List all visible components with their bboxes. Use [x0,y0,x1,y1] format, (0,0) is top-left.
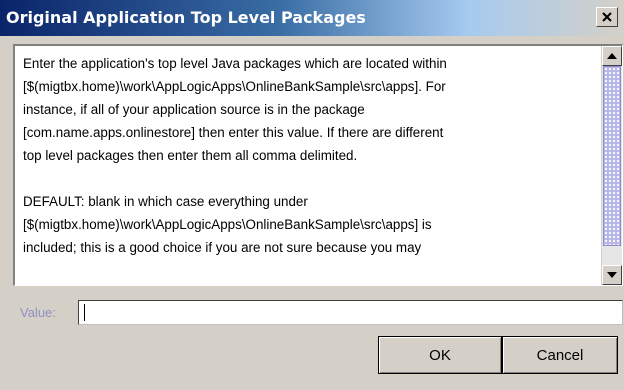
close-icon [602,12,612,22]
scroll-up-button[interactable] [602,46,622,66]
vertical-scrollbar[interactable] [601,46,622,285]
description-line: [com.name.apps.onlinestore] then enter t… [23,125,444,140]
arrow-down-icon [607,272,617,278]
window-title: Original Application Top Level Packages [6,8,366,27]
value-input[interactable] [78,300,623,325]
description-textarea[interactable]: Enter the application's top level Java p… [13,44,623,286]
description-line: DEFAULT: blank in which case everything … [23,194,308,209]
description-line: top level packages then enter them all c… [23,148,358,163]
description-text: Enter the application's top level Java p… [23,52,593,259]
description-line: [$(migtbx.home)\work\AppLogicApps\Online… [23,79,446,94]
scroll-down-button[interactable] [602,265,622,285]
value-label: Value: [20,305,56,320]
arrow-up-icon [607,53,617,59]
description-line: instance, if all of your application sou… [23,102,365,117]
dialog-window: Original Application Top Level Packages … [0,0,624,390]
description-line: Enter the application's top level Java p… [23,56,447,71]
text-caret [84,304,85,321]
title-bar[interactable]: Original Application Top Level Packages [0,0,624,36]
ok-button[interactable]: OK [378,336,502,374]
description-line: [$(migtbx.home)\work\AppLogicApps\Online… [23,217,432,232]
description-line: included; this is a good choice if you a… [23,240,422,255]
scroll-thumb[interactable] [603,66,621,246]
close-button[interactable] [596,7,618,27]
cancel-button[interactable]: Cancel [502,336,618,374]
